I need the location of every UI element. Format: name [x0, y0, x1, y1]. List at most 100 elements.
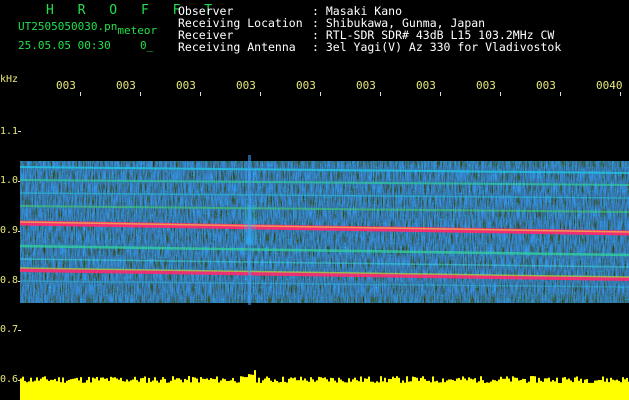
- power-column: [414, 377, 416, 400]
- power-column: [290, 377, 292, 400]
- power-column: [322, 378, 324, 400]
- power-column: [90, 382, 92, 400]
- power-column: [526, 382, 528, 400]
- meteor-glow: [244, 205, 256, 245]
- power-column: [40, 378, 42, 400]
- power-column: [244, 377, 246, 400]
- power-column: [342, 381, 344, 400]
- power-column: [498, 379, 500, 400]
- power-column: [324, 377, 326, 400]
- power-column: [194, 377, 196, 400]
- power-column: [388, 378, 390, 400]
- power-column: [168, 382, 170, 400]
- power-column: [92, 377, 94, 400]
- power-column: [518, 380, 520, 400]
- power-column: [428, 380, 430, 400]
- power-column: [334, 380, 336, 400]
- power-column: [454, 380, 456, 400]
- power-column: [380, 376, 382, 400]
- power-column: [402, 380, 404, 400]
- power-column: [32, 381, 34, 400]
- power-column: [408, 381, 410, 400]
- power-column: [392, 376, 394, 400]
- power-column: [138, 381, 140, 400]
- power-column: [600, 380, 602, 400]
- power-column: [442, 378, 444, 400]
- power-column: [616, 379, 618, 400]
- power-column: [96, 377, 98, 400]
- power-column: [450, 379, 452, 400]
- power-column: [412, 376, 414, 400]
- power-column: [64, 382, 66, 400]
- power-column: [310, 377, 312, 400]
- power-column: [314, 381, 316, 400]
- power-column: [44, 376, 46, 400]
- power-column: [466, 380, 468, 400]
- power-column: [286, 382, 288, 400]
- y-tick-label: 0.7: [0, 324, 19, 335]
- power-column: [232, 377, 234, 400]
- power-column: [28, 381, 30, 400]
- power-column: [358, 381, 360, 400]
- power-column: [366, 378, 368, 400]
- power-column: [584, 379, 586, 400]
- power-column: [452, 379, 454, 400]
- power-column: [554, 381, 556, 400]
- power-column: [70, 379, 72, 400]
- x-tick-label: 003: [56, 79, 76, 92]
- power-column: [206, 378, 208, 400]
- power-column: [144, 376, 146, 400]
- power-column: [266, 376, 268, 400]
- power-column: [594, 380, 596, 400]
- power-column: [38, 380, 40, 400]
- power-column: [538, 377, 540, 400]
- spectrogram: [20, 155, 629, 400]
- power-column: [420, 377, 422, 400]
- power-column: [476, 382, 478, 400]
- x-tick-label: 003: [476, 79, 496, 92]
- power-column: [200, 377, 202, 400]
- power-column: [474, 378, 476, 400]
- power-column: [230, 380, 232, 400]
- power-column: [274, 379, 276, 400]
- x-tick-label: 003: [176, 79, 196, 92]
- power-column: [598, 379, 600, 400]
- power-column: [134, 376, 136, 400]
- power-column: [62, 377, 64, 400]
- power-column: [74, 378, 76, 400]
- power-column: [260, 382, 262, 400]
- power-column: [212, 378, 214, 400]
- power-column: [296, 380, 298, 400]
- power-column: [606, 378, 608, 400]
- x-tick-label: 003: [116, 79, 136, 92]
- power-column: [56, 381, 58, 400]
- power-column: [66, 380, 68, 400]
- y-tick-label: 1.0: [0, 175, 19, 186]
- power-column: [148, 377, 150, 400]
- power-column: [578, 380, 580, 400]
- power-column: [520, 380, 522, 400]
- power-column: [624, 379, 626, 400]
- power-column: [172, 376, 174, 400]
- power-column: [258, 377, 260, 400]
- power-column: [340, 379, 342, 400]
- power-column: [190, 382, 192, 400]
- power-column: [434, 381, 436, 400]
- power-column: [242, 376, 244, 400]
- power-column: [440, 382, 442, 400]
- power-column: [182, 382, 184, 400]
- power-column: [424, 379, 426, 400]
- power-column: [336, 382, 338, 400]
- power-column: [514, 377, 516, 400]
- power-column: [346, 382, 348, 400]
- power-column: [146, 382, 148, 400]
- power-column: [268, 377, 270, 400]
- power-column: [236, 382, 238, 400]
- power-column: [558, 382, 560, 400]
- power-column: [166, 382, 168, 400]
- power-column: [416, 377, 418, 400]
- power-column: [406, 376, 408, 400]
- power-column: [384, 377, 386, 400]
- power-column: [528, 381, 530, 400]
- x-tick-label: 0040: [596, 79, 623, 92]
